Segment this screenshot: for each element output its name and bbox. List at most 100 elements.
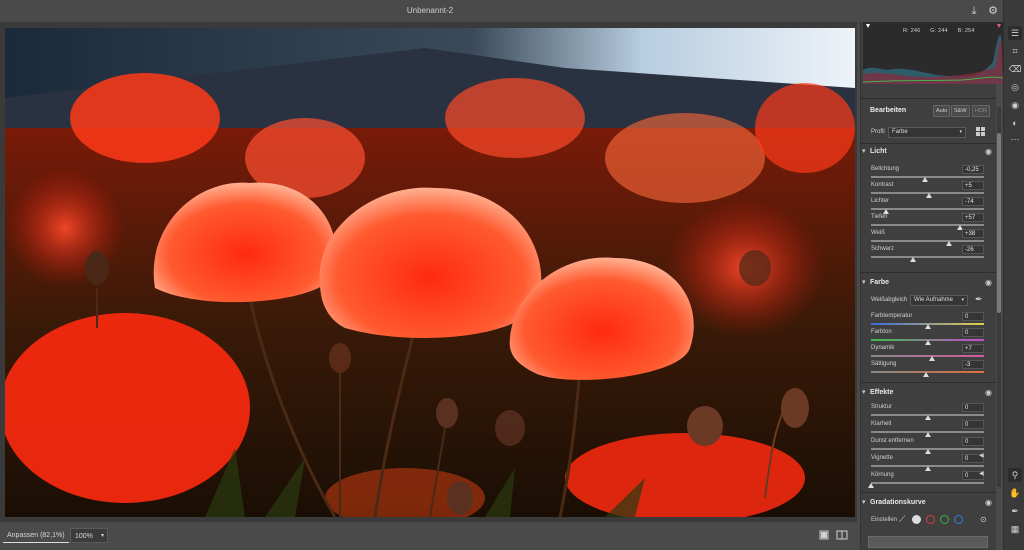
slider-label: Kontrast bbox=[871, 182, 894, 188]
slider-thumb[interactable] bbox=[924, 324, 931, 329]
red-value: R: 246 bbox=[903, 28, 921, 34]
divider bbox=[860, 272, 996, 273]
vignette-expand-icon[interactable]: ◀ bbox=[979, 452, 984, 459]
single-view-icon[interactable] bbox=[818, 529, 830, 541]
grain-expand-icon[interactable]: ◀ bbox=[979, 470, 984, 477]
status-bar: Anpassen (82,1%) 100% ▾ bbox=[0, 522, 857, 550]
light-section-header[interactable]: ▾ Licht ◉ bbox=[860, 145, 996, 161]
bw-button[interactable]: S&W bbox=[951, 105, 970, 117]
chevron-down-icon: ▾ bbox=[959, 129, 962, 135]
auto-button[interactable]: Auto bbox=[933, 105, 951, 117]
curve-preview[interactable] bbox=[868, 536, 988, 548]
slider-value-field[interactable]: -3 bbox=[962, 360, 984, 369]
zoom-select[interactable]: 100% ▾ bbox=[70, 528, 108, 543]
slider-thumb[interactable] bbox=[922, 177, 929, 182]
slider-value-field[interactable]: +38 bbox=[962, 229, 984, 238]
green-value: G: 244 bbox=[930, 28, 948, 34]
curve-section-header[interactable]: ▾ Gradationskurve ◉ bbox=[860, 496, 996, 512]
slider-thumb[interactable] bbox=[924, 466, 931, 471]
slider-thumb[interactable] bbox=[925, 193, 932, 198]
parametric-curve-icon[interactable]: ⟋ bbox=[899, 514, 905, 525]
divider bbox=[860, 143, 996, 144]
hdr-button[interactable]: HDR bbox=[972, 105, 990, 117]
slider-value-field[interactable]: 0 bbox=[962, 403, 984, 412]
hand-tool-icon[interactable]: ✋ bbox=[1008, 486, 1022, 500]
fit-zoom-button[interactable]: Anpassen (82,1%) bbox=[3, 528, 69, 543]
slider-thumb[interactable] bbox=[945, 241, 952, 246]
grid-icon[interactable]: ▦ bbox=[1008, 522, 1022, 536]
slider-label: Dynamik bbox=[871, 345, 895, 351]
curve-adjust-label: Einstellen bbox=[871, 517, 898, 523]
slider-value-field[interactable]: +7 bbox=[962, 344, 984, 353]
edit-sliders-icon[interactable]: ☰ bbox=[1008, 26, 1022, 40]
slider-label: Dunst entfernen bbox=[871, 438, 914, 444]
slider-label: Klarheit bbox=[871, 421, 892, 427]
slider-track[interactable] bbox=[871, 355, 984, 357]
slider-value-field[interactable]: +57 bbox=[962, 213, 984, 222]
divider bbox=[860, 492, 996, 493]
slider-value-field[interactable]: 0 bbox=[962, 420, 984, 429]
more-icon[interactable]: ⋯ bbox=[1008, 132, 1022, 146]
zoom-tool-icon[interactable]: ⚲ bbox=[1008, 468, 1022, 482]
slider-value-field[interactable]: +5 bbox=[962, 181, 984, 190]
chevron-down-icon: ▾ bbox=[862, 148, 866, 155]
poppy-photo bbox=[5, 28, 855, 517]
slider-track[interactable] bbox=[871, 482, 984, 484]
slider-value-field[interactable]: 0 bbox=[962, 437, 984, 446]
slider-value-field[interactable]: -74 bbox=[962, 197, 984, 206]
slider-value-field[interactable]: -0,25 bbox=[962, 165, 984, 174]
slider-thumb[interactable] bbox=[868, 483, 874, 488]
divider bbox=[860, 382, 996, 383]
eraser-icon[interactable]: ⌫ bbox=[1008, 62, 1022, 76]
slider-track[interactable] bbox=[871, 224, 984, 226]
slider-thumb[interactable] bbox=[909, 257, 916, 262]
eyedropper-icon[interactable]: ✒ bbox=[975, 294, 983, 305]
wb-select[interactable]: Wie Aufnahme ▾ bbox=[910, 295, 968, 306]
mask-icon[interactable]: ◎ bbox=[1008, 80, 1022, 94]
chevron-down-icon: ▾ bbox=[100, 533, 104, 539]
slider-thumb[interactable] bbox=[924, 415, 931, 420]
eye-icon[interactable]: ◉ bbox=[985, 388, 992, 397]
eye-icon[interactable]: ◉ bbox=[985, 147, 992, 156]
slider-value-field[interactable]: -26 bbox=[962, 245, 984, 254]
color-sampler-icon[interactable]: ✒ bbox=[1008, 504, 1022, 518]
slider-label: Struktur bbox=[871, 404, 893, 410]
save-icon[interactable]: ⤓ bbox=[967, 4, 981, 18]
curve-target-icon[interactable]: ⊙ bbox=[980, 515, 987, 524]
redeye-icon[interactable]: ◉ bbox=[1008, 98, 1022, 112]
title-bar: Unbenannt-2 ⤓ ⚙ ✎ bbox=[0, 0, 1024, 22]
green-curve-dot[interactable] bbox=[940, 515, 949, 524]
slider-thumb[interactable] bbox=[924, 432, 931, 437]
slider-label: Körnung bbox=[871, 472, 894, 478]
panel-scrollbar[interactable] bbox=[997, 107, 1001, 487]
gear-icon[interactable]: ⚙ bbox=[986, 4, 1000, 18]
scrollbar-handle[interactable] bbox=[997, 133, 1001, 313]
slider-label: Farbtemperatur bbox=[871, 313, 913, 319]
slider-thumb[interactable] bbox=[929, 356, 936, 361]
slider-track[interactable] bbox=[871, 240, 984, 242]
rgb-curve-dot[interactable] bbox=[912, 515, 921, 524]
slider-value-field[interactable]: 0 bbox=[962, 312, 984, 321]
color-section-header[interactable]: ▾ Farbe ◉ bbox=[860, 276, 996, 292]
chevron-down-icon: ▾ bbox=[961, 297, 964, 303]
crop-icon[interactable]: ⌗ bbox=[1008, 44, 1022, 58]
slider-label: Weiß bbox=[871, 230, 885, 236]
profile-value: Farbe bbox=[892, 129, 908, 135]
eye-icon[interactable]: ◉ bbox=[985, 498, 992, 507]
color-section-title: Farbe bbox=[870, 279, 890, 286]
effects-section-header[interactable]: ▾ Effekte ◉ bbox=[860, 386, 996, 402]
photo-preview[interactable] bbox=[5, 28, 855, 517]
slider-thumb[interactable] bbox=[923, 372, 930, 377]
slider-thumb[interactable] bbox=[924, 340, 931, 345]
slider-value-field[interactable]: 0 bbox=[962, 328, 984, 337]
presets-icon[interactable]: ◐ bbox=[1008, 116, 1022, 130]
profile-select[interactable]: Farbe ▾ bbox=[888, 127, 966, 138]
eye-icon[interactable]: ◉ bbox=[985, 278, 992, 287]
blue-curve-dot[interactable] bbox=[954, 515, 963, 524]
profile-browser-icon[interactable] bbox=[976, 127, 986, 137]
slider-track[interactable] bbox=[871, 256, 984, 258]
red-curve-dot[interactable] bbox=[926, 515, 935, 524]
compare-view-icon[interactable] bbox=[836, 529, 848, 541]
slider-thumb[interactable] bbox=[924, 449, 931, 454]
histogram: R: 246 G: 244 B: 254 bbox=[863, 22, 1003, 84]
